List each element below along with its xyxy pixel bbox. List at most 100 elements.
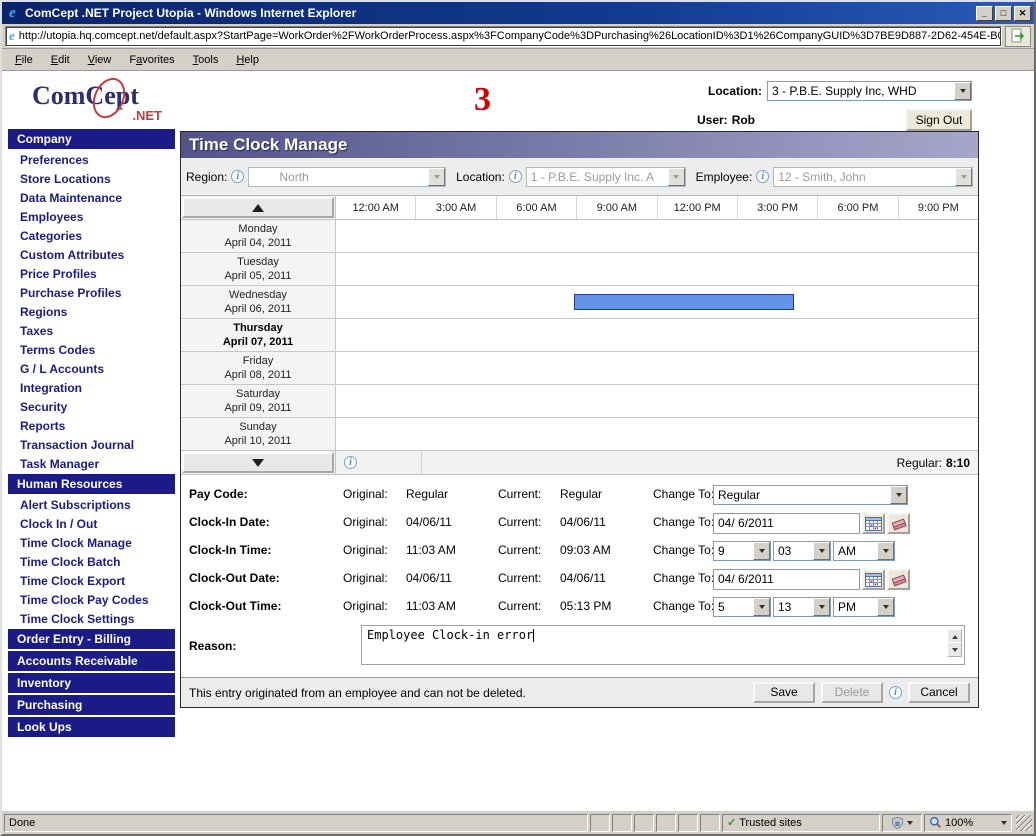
sidebar-item-terms-codes[interactable]: Terms Codes (2, 341, 175, 360)
protected-mode-panel[interactable] (882, 814, 922, 832)
clock-out-minute-select[interactable]: 13 (773, 597, 831, 617)
chevron-down-icon[interactable] (813, 542, 830, 560)
sidebar-item-time-clock-batch[interactable]: Time Clock Batch (2, 553, 175, 572)
cancel-button[interactable]: Cancel (908, 682, 970, 703)
sign-out-button[interactable]: Sign Out (906, 109, 972, 131)
save-button[interactable]: Save (753, 682, 815, 703)
day-row-tuesday: TuesdayApril 05, 2011 (181, 253, 978, 286)
clock-in-time-current: 09:03 AM (560, 543, 611, 557)
sidebar-item-g-l-accounts[interactable]: G / L Accounts (2, 360, 175, 379)
previous-week-button[interactable] (182, 197, 334, 218)
sidebar-section-purchasing[interactable]: Purchasing (8, 695, 175, 715)
menu-tools[interactable]: Tools (184, 51, 228, 69)
sidebar-item-preferences[interactable]: Preferences (2, 151, 175, 170)
resize-grip[interactable] (1016, 815, 1032, 831)
location-info-icon[interactable]: i (509, 170, 522, 183)
sidebar-section-human-resources[interactable]: Human Resources (8, 474, 175, 494)
chevron-down-icon[interactable] (877, 542, 894, 560)
go-button[interactable] (1005, 26, 1031, 47)
menu-favorites[interactable]: Favorites (120, 51, 183, 69)
chevron-down-icon[interactable] (890, 486, 907, 504)
sidebar-section-accounts-receivable[interactable]: Accounts Receivable (8, 651, 175, 671)
day-cell[interactable]: SundayApril 10, 2011 (181, 418, 336, 450)
menu-help[interactable]: Help (227, 51, 268, 69)
sidebar-section-inventory[interactable]: Inventory (8, 673, 175, 693)
pay-code-select[interactable]: Regular (713, 485, 908, 505)
chevron-down-icon[interactable] (954, 82, 971, 100)
reason-textarea[interactable]: Employee Clock-in error (361, 625, 965, 665)
sidebar-item-categories[interactable]: Categories (2, 227, 175, 246)
menu-view[interactable]: View (79, 51, 121, 69)
day-cell[interactable]: ThursdayApril 07, 2011 (181, 319, 336, 351)
region-info-icon[interactable]: i (231, 170, 244, 183)
chevron-down-icon[interactable] (753, 598, 770, 616)
clock-in-calendar-button[interactable] (862, 513, 885, 534)
region-select[interactable]: North (248, 167, 446, 187)
sidebar-section-look-ups[interactable]: Look Ups (8, 717, 175, 737)
clock-in-hour-select[interactable]: 9 (713, 541, 771, 561)
maximize-button[interactable]: □ (995, 6, 1012, 21)
url-input[interactable]: e http://utopia.hq.comcept.net/default.a… (5, 26, 1002, 47)
clock-in-minute-select[interactable]: 03 (773, 541, 831, 561)
chevron-down-icon[interactable] (813, 598, 830, 616)
menu-file[interactable]: File (6, 51, 42, 69)
grid-info-icon[interactable]: i (344, 456, 357, 469)
sidebar-item-purchase-profiles[interactable]: Purchase Profiles (2, 284, 175, 303)
day-track (336, 220, 978, 252)
sidebar-item-transaction-journal[interactable]: Transaction Journal (2, 436, 175, 455)
sidebar-item-clock-in-out[interactable]: Clock In / Out (2, 515, 175, 534)
sidebar-item-custom-attributes[interactable]: Custom Attributes (2, 246, 175, 265)
employee-select[interactable]: 12 - Smith, John (773, 167, 973, 187)
clock-out-ampm-select[interactable]: PM (833, 597, 895, 617)
sidebar-item-employees[interactable]: Employees (2, 208, 175, 227)
time-header: 3:00 PM (738, 196, 818, 219)
sidebar-item-data-maintenance[interactable]: Data Maintenance (2, 189, 175, 208)
minimize-button[interactable]: _ (976, 6, 993, 21)
sidebar-item-store-locations[interactable]: Store Locations (2, 170, 175, 189)
delete-button[interactable]: Delete (821, 682, 883, 703)
zoom-panel[interactable]: 100% (924, 814, 1012, 832)
sidebar-item-time-clock-manage[interactable]: Time Clock Manage (2, 534, 175, 553)
delete-info-icon[interactable]: i (889, 686, 902, 699)
sidebar-item-time-clock-pay-codes[interactable]: Time Clock Pay Codes (2, 591, 175, 610)
text-caret (533, 629, 534, 642)
clock-in-time-original: 11:03 AM (406, 543, 456, 557)
chevron-down-icon[interactable] (753, 542, 770, 560)
sidebar-section-company[interactable]: Company (8, 129, 175, 149)
sidebar-item-price-profiles[interactable]: Price Profiles (2, 265, 175, 284)
clock-out-clear-button[interactable] (887, 569, 910, 590)
sidebar-item-reports[interactable]: Reports (2, 417, 175, 436)
day-cell[interactable]: WednesdayApril 06, 2011 (181, 286, 336, 318)
filter-location-select[interactable]: 1 - P.B.E. Supply Inc. A (526, 167, 686, 187)
day-cell[interactable]: FridayApril 08, 2011 (181, 352, 336, 384)
clock-out-date-input[interactable]: 04/ 6/2011 (713, 569, 860, 590)
sidebar-item-regions[interactable]: Regions (2, 303, 175, 322)
day-cell[interactable]: TuesdayApril 05, 2011 (181, 253, 336, 285)
chevron-down-icon[interactable] (877, 598, 894, 616)
current-label: Current: (498, 571, 541, 585)
clock-in-ampm-select[interactable]: AM (833, 541, 895, 561)
clock-out-calendar-button[interactable] (862, 569, 885, 590)
sidebar-item-task-manager[interactable]: Task Manager (2, 455, 175, 474)
sidebar-item-alert-subscriptions[interactable]: Alert Subscriptions (2, 496, 175, 515)
sidebar-item-time-clock-settings[interactable]: Time Clock Settings (2, 610, 175, 629)
scroll-down-button[interactable] (947, 642, 962, 657)
clock-out-hour-select[interactable]: 5 (713, 597, 771, 617)
day-row-wednesday: WednesdayApril 06, 2011 (181, 286, 978, 319)
clock-in-date-input[interactable]: 04/ 6/2011 (713, 513, 860, 534)
close-button[interactable]: ✕ (1014, 6, 1031, 21)
next-week-button[interactable] (182, 452, 334, 473)
day-cell[interactable]: SaturdayApril 09, 2011 (181, 385, 336, 417)
sidebar-item-security[interactable]: Security (2, 398, 175, 417)
time-entry-bar[interactable] (574, 294, 794, 310)
location-select[interactable]: 3 - P.B.E. Supply Inc, WHD (767, 81, 972, 101)
clock-in-clear-button[interactable] (887, 513, 910, 534)
day-cell[interactable]: MondayApril 04, 2011 (181, 220, 336, 252)
sidebar-item-integration[interactable]: Integration (2, 379, 175, 398)
menu-edit[interactable]: Edit (42, 51, 79, 69)
sidebar-item-taxes[interactable]: Taxes (2, 322, 175, 341)
sidebar-item-time-clock-export[interactable]: Time Clock Export (2, 572, 175, 591)
clock-out-date-original: 04/06/11 (406, 571, 452, 585)
sidebar-section-order-entry-billing[interactable]: Order Entry - Billing (8, 629, 175, 649)
employee-info-icon[interactable]: i (756, 170, 769, 183)
